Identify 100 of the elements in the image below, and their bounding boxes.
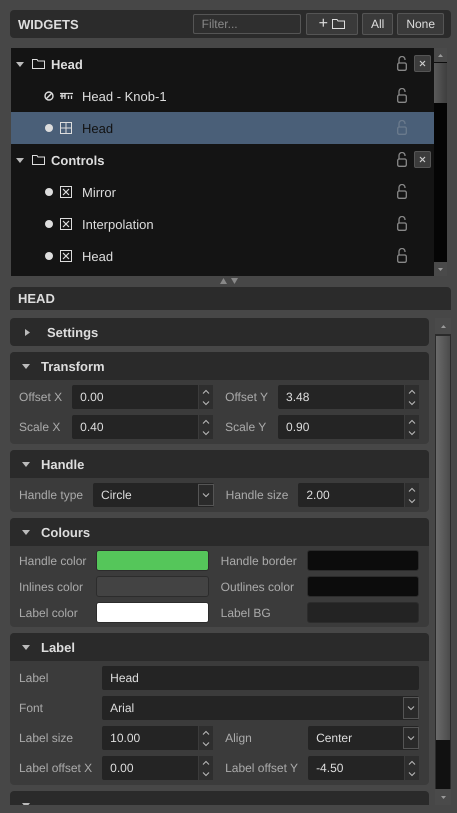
section-header[interactable]: Colours [10,518,429,546]
splitter-down-icon [231,278,238,284]
group-name: Head [51,56,83,72]
close-button[interactable] [414,55,431,72]
folder-icon [32,59,45,69]
color-swatch[interactable] [306,576,419,597]
caret-down-icon [408,772,416,776]
caret-down-icon [408,430,416,436]
panel-title: WIDGETS [18,16,80,32]
caret-up-icon [202,730,210,734]
caret-down-icon [202,400,210,406]
group-row[interactable]: Head [11,48,434,80]
number-field[interactable]: 0.00 [72,385,198,409]
widget-row[interactable]: Interpolation [11,208,434,240]
color-swatch[interactable] [96,602,209,623]
color-swatch[interactable] [306,602,419,623]
slider-icon [60,92,72,100]
caret-up-icon [408,486,416,492]
filter-toggle-button[interactable]: None [397,13,444,35]
field-label: Inlines color [19,580,84,594]
caret-down-icon [407,706,415,710]
field-label: Outlines color [220,580,296,594]
grid-icon [60,122,72,134]
caret-down-icon [202,492,210,498]
field-label: Handle size [226,488,288,502]
caret-down-icon [408,400,416,406]
field-label: Font [19,701,44,715]
section-title: Label [41,640,75,654]
folder-icon [32,155,45,165]
field-label: Handle color [19,554,86,568]
scroll-up-icon [440,324,446,328]
color-swatch[interactable] [306,550,419,571]
caret-up-icon [408,760,416,764]
section-title: Colours [41,524,90,540]
dropdown[interactable]: Circle [93,483,214,507]
checkbox-icon [60,250,72,262]
number-field[interactable]: 3.48 [278,385,404,409]
caret-down-icon [407,736,415,740]
dropdown[interactable]: Arial [102,696,419,720]
number-field[interactable]: -4.50 [308,756,404,780]
close-button[interactable] [414,151,431,168]
caret-down-icon [408,498,416,504]
scroll-down-icon [440,796,446,798]
widget-name: Interpolation [82,216,154,232]
group-name: Controls [51,152,104,168]
folder-icon [332,19,345,29]
field-label: Label offset X [19,761,92,775]
inspector-title: HEAD [18,291,55,306]
section-title: Settings [47,324,98,340]
group-row[interactable]: Controls [11,144,434,176]
caret-up-icon [408,388,416,394]
section-header[interactable]: Label [10,633,429,661]
field-label: Label color [19,606,79,620]
close-icon [419,60,426,67]
widget-row[interactable]: Mirror [11,176,434,208]
widget-name: Head [82,248,114,264]
dropdown[interactable]: Center [308,726,419,750]
widget-name: Head [82,120,114,136]
widget-row[interactable]: Head [11,240,434,272]
color-swatch[interactable] [96,550,209,571]
close-icon [419,156,426,163]
field-label: Label size [19,731,74,745]
field-label: Label BG [220,606,272,620]
section-header[interactable]: Settings [10,318,429,346]
caret-down-icon [202,430,210,436]
filter-toggle-button[interactable]: All [362,13,394,35]
splitter-up-icon [220,278,227,284]
checkbox-icon [60,218,72,230]
field-label: Scale Y [225,420,268,434]
number-field[interactable]: 0.90 [278,415,404,439]
filter-field[interactable]: Filter... [192,14,301,34]
field-label: Offset X [19,390,62,404]
caret-down-icon [202,742,210,746]
field-label: Label offset Y [225,761,298,775]
scroll-down-icon [438,268,443,270]
caret-up-icon [202,388,210,394]
text-field[interactable]: Head [102,666,419,690]
section-title: Handle [41,456,84,472]
add-folder-button[interactable]: + [306,13,358,35]
number-field[interactable]: 0.00 [102,756,198,780]
section-header[interactable]: Transform [10,352,429,380]
field-label: Scale X [19,420,62,434]
number-field[interactable]: 2.00 [298,483,404,507]
field-label: Offset Y [225,390,268,404]
scroll-thumb[interactable] [434,63,447,103]
caret-up-icon [408,418,416,424]
number-field[interactable]: 0.40 [72,415,198,439]
caret-up-icon [202,418,210,424]
section-header[interactable]: Handle [10,450,429,478]
field-label: Handle type [19,488,84,502]
scroll-thumb[interactable] [436,336,450,740]
widget-name: Head - Knob-1 [82,88,167,104]
number-field[interactable]: 10.00 [102,726,198,750]
caret-down-icon [202,772,210,776]
section-title: Transform [41,358,105,374]
widget-name: Mirror [82,184,116,200]
field-label: Handle border [220,554,297,568]
caret-up-icon [202,760,210,764]
field-label: Align [225,731,253,745]
checkbox-icon [60,186,72,198]
